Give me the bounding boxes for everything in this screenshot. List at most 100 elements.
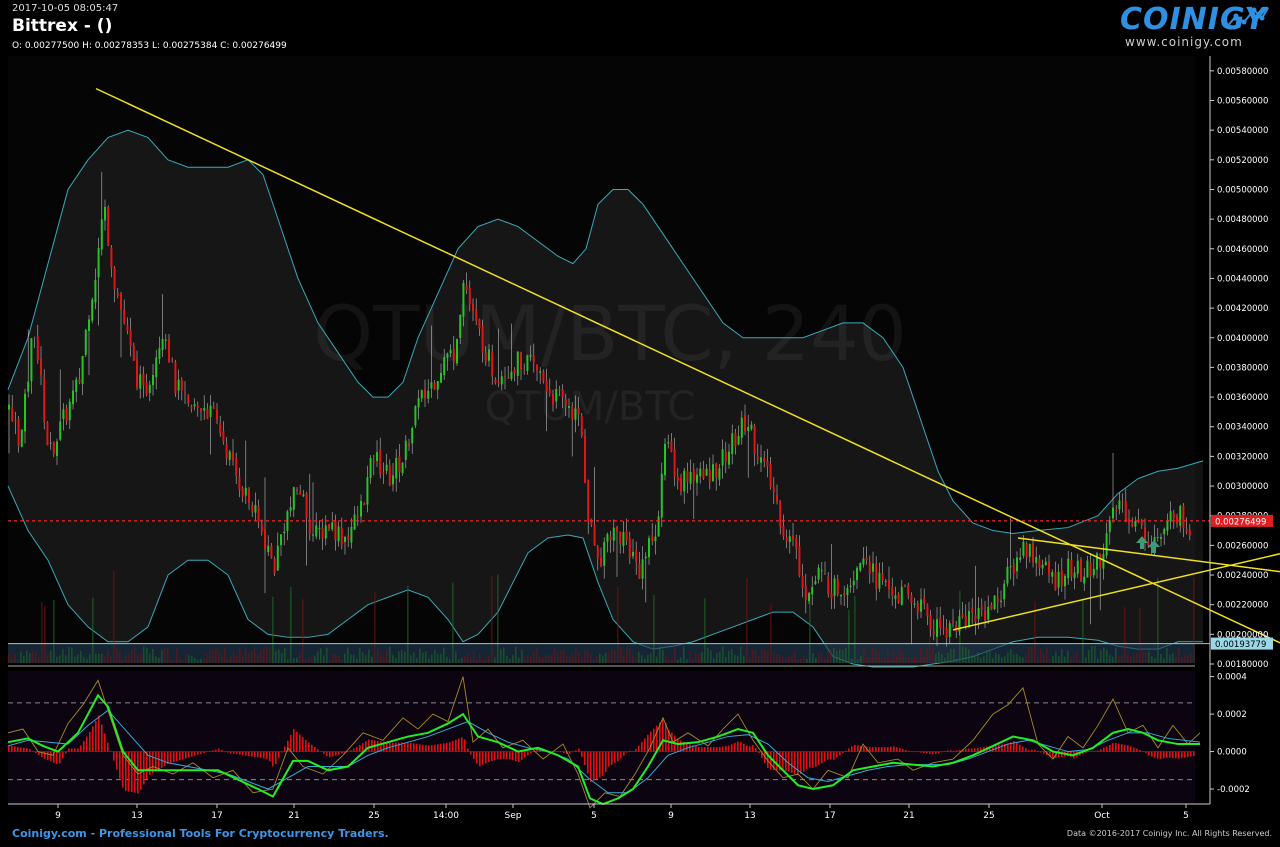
macd-histogram-bar: [1145, 751, 1147, 754]
candle-body: [264, 529, 266, 550]
volume-bar: [155, 656, 157, 663]
candle-body: [814, 581, 817, 585]
candle-body: [59, 421, 62, 440]
candle-body: [1166, 519, 1169, 531]
volume-bar: [992, 658, 994, 663]
candle-body: [555, 389, 558, 402]
volume-bar: [1166, 647, 1168, 663]
volume-bar: [128, 654, 130, 663]
candle-body: [164, 339, 167, 341]
volume-bar: [554, 648, 556, 663]
volume-bar: [650, 652, 652, 663]
candle-body: [68, 401, 71, 421]
volume-bar: [1133, 653, 1135, 663]
volume-bar: [833, 647, 835, 663]
macd-histogram-bar: [230, 751, 232, 754]
candle-body: [872, 563, 874, 572]
macd-histogram-bar: [272, 751, 274, 767]
candle-body: [104, 206, 106, 221]
volume-bar: [737, 655, 739, 663]
volume-bar: [338, 655, 340, 663]
candle-body: [788, 536, 791, 543]
macd-histogram-bar: [851, 746, 853, 752]
volume-bar: [1190, 653, 1192, 663]
macd-histogram-bar: [1181, 751, 1183, 759]
candle-body: [404, 440, 407, 460]
candle-body: [744, 414, 746, 432]
volume-bar: [1094, 646, 1096, 663]
candle-body: [1067, 558, 1070, 579]
candle-body: [478, 318, 481, 329]
macd-histogram-bar: [17, 746, 19, 752]
volume-bar: [524, 656, 526, 663]
volume-bar: [62, 649, 64, 663]
macd-histogram-bar: [464, 739, 466, 752]
candle-body: [798, 546, 801, 577]
macd-histogram-bar: [404, 742, 406, 752]
volume-bar: [659, 646, 661, 663]
volume-bar: [185, 653, 187, 663]
volume-bar: [1013, 654, 1015, 663]
candle-body: [1102, 554, 1105, 569]
volume-bar: [590, 653, 592, 663]
candle-body: [616, 526, 618, 532]
macd-histogram-bar: [968, 748, 970, 752]
candle-body: [660, 473, 663, 518]
macd-histogram-bar: [1022, 746, 1024, 752]
macd-histogram-bar: [206, 751, 208, 753]
volume-bar: [755, 648, 757, 663]
macd-histogram-bar: [929, 751, 931, 754]
volume-bar: [35, 652, 37, 663]
macd-histogram-bar: [50, 751, 52, 762]
candle-body: [772, 486, 775, 493]
volume-bar: [20, 651, 22, 663]
volume-bar: [38, 657, 40, 663]
candle-body: [968, 611, 970, 627]
macd-histogram-bar: [812, 751, 814, 768]
macd-histogram-bar: [260, 751, 262, 758]
volume-bar: [797, 659, 799, 663]
footer-tagline[interactable]: Coinigy.com - Professional Tools For Cry…: [12, 827, 389, 840]
volume-bar: [467, 652, 469, 663]
candle-body: [552, 393, 554, 405]
candle-body: [827, 576, 830, 595]
time-tick-label: 9: [55, 811, 61, 821]
candle-body: [961, 613, 964, 617]
volume-bar: [269, 648, 271, 663]
candle-body: [356, 516, 359, 518]
macd-histogram-bar: [461, 737, 463, 752]
volume-bar: [647, 654, 649, 663]
macd-histogram-bar: [1001, 744, 1003, 752]
volume-bar: [464, 655, 466, 663]
candle-body: [446, 353, 449, 358]
volume-bar: [383, 657, 385, 663]
volume-bar: [293, 657, 295, 663]
volume-bar: [1118, 655, 1120, 663]
macd-histogram-bar: [893, 746, 895, 752]
volume-bar: [878, 652, 880, 663]
volume-bar: [179, 657, 181, 663]
candle-body: [11, 407, 14, 421]
candle-body: [731, 433, 734, 454]
candle-body: [696, 474, 698, 483]
volume-bar: [557, 652, 559, 663]
macd-histogram-bar: [686, 743, 688, 752]
macd-histogram-bar: [788, 751, 790, 772]
candle-body: [321, 528, 324, 539]
chart-canvas[interactable]: QTUM/BTC, 240 QTUM/BTC 0.005800000.00560…: [0, 0, 1280, 847]
candle-body: [1073, 572, 1076, 579]
volume-bar: [296, 657, 298, 663]
candle-body: [651, 535, 654, 542]
volume-bar: [368, 649, 370, 663]
candle-body: [459, 314, 462, 338]
volume-bar: [476, 658, 478, 663]
volume-bar: [1184, 655, 1186, 663]
volume-bar: [644, 658, 646, 663]
macd-histogram-bar: [713, 747, 715, 752]
volume-bar: [749, 657, 751, 663]
price-axis[interactable]: 0.00580000 0.00560000 0.00540000 0.00520000…: [1209, 56, 1273, 804]
time-axis[interactable]: 9 13 17 21 25 14:00 Sep 5 9 13 17 21 25 Oct 5: [8, 803, 1210, 821]
macd-histogram-bar: [1148, 751, 1150, 756]
price-tick-label: 0.00300000: [1217, 482, 1268, 492]
macd-histogram-bar: [806, 751, 808, 770]
